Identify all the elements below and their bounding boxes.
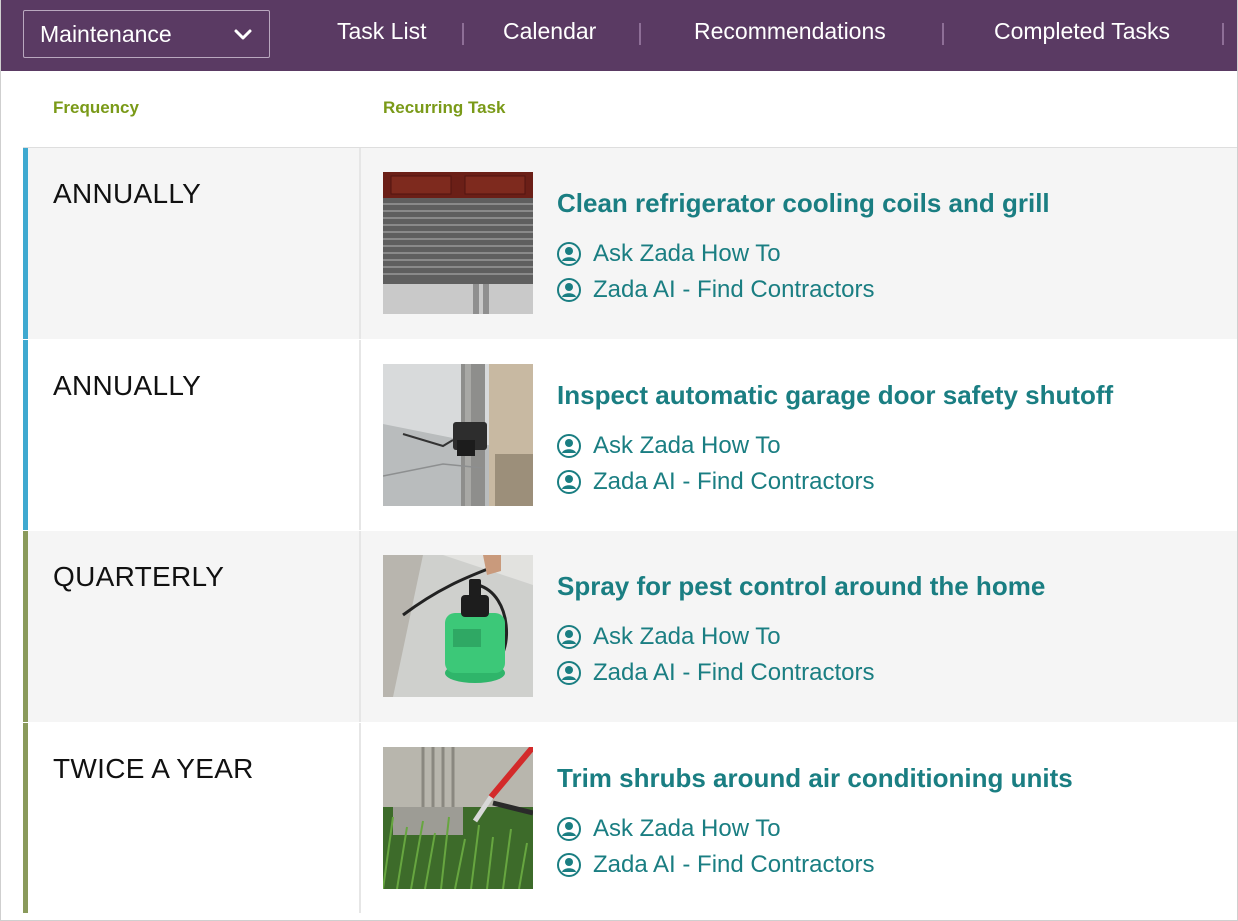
user-circle-icon <box>557 278 581 302</box>
task-title-link[interactable]: Clean refrigerator cooling coils and gri… <box>557 188 1050 219</box>
section-dropdown-label: Maintenance <box>40 20 172 47</box>
task-title-link[interactable]: Trim shrubs around air conditioning unit… <box>557 763 1073 794</box>
garage-door-sensor-photo <box>383 364 533 506</box>
link-label: Zada AI - Find Contractors <box>593 851 875 878</box>
column-header-recurring-task: Recurring Task <box>383 98 506 117</box>
link-label: Zada AI - Find Contractors <box>593 468 875 495</box>
ask-zada-how-to-link[interactable]: Ask Zada How To <box>557 815 781 843</box>
task-title-link[interactable]: Spray for pest control around the home <box>557 571 1045 602</box>
tab-task-list[interactable]: Task List <box>337 18 426 45</box>
ask-zada-how-to-link[interactable]: Ask Zada How To <box>557 432 781 460</box>
link-label: Ask Zada How To <box>593 815 781 842</box>
task-cell: Inspect automatic garage door safety shu… <box>361 340 1237 530</box>
shrub-trimming-photo <box>383 747 533 889</box>
section-dropdown[interactable]: Maintenance <box>23 10 270 58</box>
task-cell: Trim shrubs around air conditioning unit… <box>361 723 1237 913</box>
task-thumbnail[interactable] <box>383 172 533 314</box>
column-header-frequency: Frequency <box>53 98 139 117</box>
nav-separator <box>942 23 944 45</box>
user-circle-icon <box>557 470 581 494</box>
app-frame: Maintenance Task List Calendar Recommend… <box>0 0 1238 921</box>
chevron-down-icon <box>234 29 252 40</box>
link-label: Zada AI - Find Contractors <box>593 659 875 686</box>
tab-recommendations[interactable]: Recommendations <box>694 18 886 45</box>
user-circle-icon <box>557 661 581 685</box>
nav-separator <box>462 23 464 45</box>
task-thumbnail[interactable] <box>383 364 533 506</box>
nav-separator <box>1222 23 1224 45</box>
frequency-label: QUARTERLY <box>53 561 225 592</box>
frequency-cell: TWICE A YEAR <box>28 723 359 913</box>
ask-zada-how-to-link[interactable]: Ask Zada How To <box>557 623 781 651</box>
user-circle-icon <box>557 853 581 877</box>
link-label: Zada AI - Find Contractors <box>593 276 875 303</box>
link-label: Ask Zada How To <box>593 240 781 267</box>
task-row: QUARTERLY Spray for pest control around … <box>23 531 1237 722</box>
tab-completed-tasks[interactable]: Completed Tasks <box>994 18 1170 45</box>
link-label: Ask Zada How To <box>593 623 781 650</box>
link-label: Ask Zada How To <box>593 432 781 459</box>
task-row: ANNUALLY Inspect automatic garage door s… <box>23 340 1237 530</box>
user-circle-icon <box>557 817 581 841</box>
task-title-link[interactable]: Inspect automatic garage door safety shu… <box>557 380 1113 411</box>
task-row: TWICE A YEAR Trim shrubs around air cond… <box>23 723 1237 913</box>
user-circle-icon <box>557 242 581 266</box>
ask-zada-how-to-link[interactable]: Ask Zada How To <box>557 240 781 268</box>
task-thumbnail[interactable] <box>383 747 533 889</box>
frequency-cell: QUARTERLY <box>28 531 359 722</box>
user-circle-icon <box>557 625 581 649</box>
find-contractors-link[interactable]: Zada AI - Find Contractors <box>557 659 874 687</box>
task-cell: Spray for pest control around the home A… <box>361 531 1237 722</box>
frequency-label: ANNUALLY <box>53 370 202 401</box>
refrigerator-grill-photo <box>383 172 533 314</box>
task-cell: Clean refrigerator cooling coils and gri… <box>361 148 1237 339</box>
top-nav-bar: Maintenance Task List Calendar Recommend… <box>1 0 1237 71</box>
find-contractors-link[interactable]: Zada AI - Find Contractors <box>557 468 874 496</box>
tab-calendar[interactable]: Calendar <box>503 18 596 45</box>
task-row: ANNUALLY Clean refrigerator cooling coil… <box>23 148 1237 339</box>
find-contractors-link[interactable]: Zada AI - Find Contractors <box>557 276 874 304</box>
frequency-label: ANNUALLY <box>53 178 202 209</box>
user-circle-icon <box>557 434 581 458</box>
task-thumbnail[interactable] <box>383 555 533 697</box>
frequency-cell: ANNUALLY <box>28 148 359 339</box>
find-contractors-link[interactable]: Zada AI - Find Contractors <box>557 851 874 879</box>
pest-sprayer-photo <box>383 555 533 697</box>
frequency-cell: ANNUALLY <box>28 340 359 530</box>
frequency-label: TWICE A YEAR <box>53 753 254 784</box>
nav-separator <box>639 23 641 45</box>
